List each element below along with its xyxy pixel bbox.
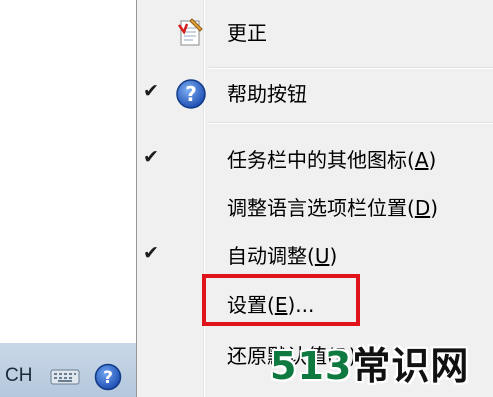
checkmark-icon: ✔ (143, 80, 159, 102)
help-icon: ? (175, 78, 207, 110)
menu-separator (209, 67, 493, 69)
checkmark-icon: ✔ (143, 242, 159, 264)
svg-text:?: ? (185, 82, 197, 106)
taskbar: CH ? (0, 343, 136, 397)
menu-separator (209, 122, 493, 124)
menu-item-label: 更正 (227, 21, 267, 45)
menu-item-help-button[interactable]: ✔ ? 帮助按钮 (137, 72, 493, 116)
svg-text:?: ? (103, 368, 113, 388)
screen: CH ? 更正 ✔ ? 帮助按钮 ✔ 任务栏中的其他图标(A) 调整语言选项栏位… (0, 0, 493, 397)
menu-item-label: 任务栏中的其他图标(A) (227, 148, 437, 172)
menu-item-label: 自动调整(U) (227, 244, 338, 268)
checkmark-icon: ✔ (143, 146, 159, 168)
menu-item-label: 调整语言选项栏位置(D) (227, 196, 439, 220)
menu-item-correction[interactable]: 更正 (137, 11, 493, 55)
settings-highlight-box (202, 274, 360, 326)
menu-item-label: 帮助按钮 (227, 82, 307, 106)
site-watermark: 513常识网 (270, 344, 470, 388)
language-indicator[interactable]: CH (5, 365, 32, 387)
help-icon[interactable]: ? (94, 363, 122, 395)
menu-item-adjust-bar-position[interactable]: 调整语言选项栏位置(D) (137, 186, 493, 230)
menu-item-auto-adjust[interactable]: ✔ 自动调整(U) (137, 234, 493, 278)
keyboard-icon[interactable] (50, 366, 80, 390)
menu-item-other-taskbar-icons[interactable]: ✔ 任务栏中的其他图标(A) (137, 138, 493, 182)
edit-note-icon (175, 17, 207, 49)
